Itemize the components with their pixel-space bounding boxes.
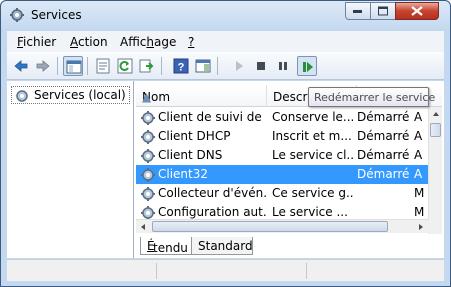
scroll-up-button[interactable] (429, 107, 442, 121)
scroll-right-button[interactable] (414, 220, 428, 234)
service-startup-type: A (414, 148, 423, 162)
service-description: Conserve le... (272, 110, 354, 124)
sort-ascending-icon: ▲ (142, 90, 152, 104)
properties-icon[interactable] (93, 56, 113, 76)
service-description: Inscrit et m... (272, 129, 352, 143)
svg-text:?: ? (178, 62, 185, 74)
service-state: Démarré (357, 148, 410, 162)
horizontal-scroll-thumb[interactable] (152, 221, 388, 232)
service-name: Client DHCP (158, 129, 231, 143)
service-startup-type: M (414, 186, 425, 200)
status-segment (157, 263, 307, 279)
window-title: Services (31, 8, 82, 22)
close-button[interactable] (395, 2, 439, 20)
service-name: Client de suivi de l... (158, 110, 266, 124)
pause-service-icon[interactable] (273, 56, 293, 76)
restart-service-tooltip: Redémarrer le service (308, 87, 435, 107)
tab-extended[interactable]: Étendu (140, 237, 192, 255)
toolbar: ? (7, 52, 444, 80)
view-tabs: Étendu Standard (136, 235, 442, 257)
refresh-icon[interactable] (115, 56, 135, 76)
start-service-icon[interactable] (229, 56, 249, 76)
menu-help[interactable]: ? (188, 35, 194, 49)
service-description: Le service ... (272, 205, 348, 219)
forward-arrow-icon[interactable] (33, 56, 53, 76)
service-state: Démarré (357, 167, 410, 181)
tab-standard[interactable]: Standard (191, 237, 253, 255)
content-area: Services (local) Nom ▲ Descrip Client de… (7, 81, 444, 258)
service-name: Configuration aut... (158, 205, 266, 219)
vertical-scrollbar[interactable] (428, 107, 442, 234)
toolbar-separator (217, 57, 218, 75)
services-list: Nom ▲ Descrip Client de suivi de l...Con… (136, 85, 442, 235)
service-state: Démarré (357, 110, 410, 124)
service-name: Collecteur d'évén... (158, 186, 266, 200)
toolbar-separator (57, 57, 58, 75)
maximize-button[interactable] (370, 2, 396, 20)
restart-service-icon[interactable] (297, 56, 317, 76)
vertical-scroll-thumb[interactable] (430, 123, 441, 137)
back-arrow-icon[interactable] (11, 56, 31, 76)
console-tree: Services (local) (7, 81, 134, 258)
service-name: Client DNS (158, 148, 223, 162)
mmc-view-icon[interactable] (193, 56, 213, 76)
service-name: Client32 (158, 167, 209, 181)
services-window: Services Fichier Action Affichage ? ? Se… (0, 0, 451, 287)
help-icon[interactable]: ? (171, 56, 191, 76)
scroll-left-button[interactable] (136, 220, 150, 234)
toolbar-separator (87, 57, 88, 75)
services-gear-icon (10, 8, 24, 22)
status-bar (7, 259, 444, 281)
column-header-name[interactable]: Nom ▲ (136, 85, 267, 107)
status-segment (7, 263, 157, 279)
tree-item-services-local[interactable]: Services (local) (11, 86, 130, 104)
minimize-button[interactable] (345, 2, 371, 20)
service-description: Ce service g... (272, 186, 354, 200)
service-row[interactable]: Client DHCP Inscrit et m... Démarré A (136, 127, 428, 146)
menu-view[interactable]: Affichage (120, 35, 176, 49)
toolbar-separator (161, 57, 162, 75)
service-startup-type: A (414, 110, 423, 124)
menu-bar: Fichier Action Affichage ? (7, 31, 444, 52)
menu-file[interactable]: Fichier (17, 35, 56, 49)
scrollbar-corner (428, 219, 442, 233)
show-hide-console-tree-icon[interactable] (63, 56, 83, 76)
service-row[interactable]: Client de suivi de l... Conserve le...Dém… (136, 108, 428, 127)
service-startup-type: A (414, 167, 423, 181)
title-bar[interactable]: Services (1, 1, 450, 31)
export-list-icon[interactable] (137, 56, 157, 76)
menu-action[interactable]: Action (70, 35, 108, 49)
stop-service-icon[interactable] (251, 56, 271, 76)
service-startup-type: A (414, 129, 423, 143)
service-row[interactable]: Client DNS Le service cl... Démarré A (136, 146, 428, 165)
service-state: Démarré (357, 129, 410, 143)
service-description: Le service cl... (272, 148, 354, 162)
tree-item-label: Services (local) (34, 88, 126, 102)
services-gear-icon (14, 88, 30, 107)
horizontal-scrollbar[interactable] (136, 219, 428, 233)
service-startup-type: M (414, 205, 425, 219)
service-row[interactable]: Collecteur d'évén... Ce service g... M (136, 184, 428, 203)
service-row[interactable]: Client32 Démarré A (136, 165, 428, 184)
